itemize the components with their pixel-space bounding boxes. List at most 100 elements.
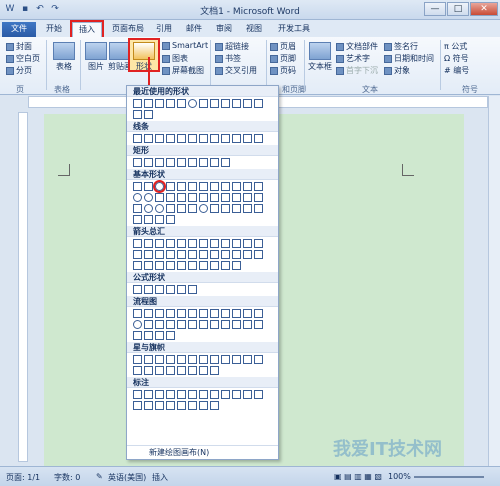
star-shape-icon[interactable] bbox=[188, 355, 197, 364]
smartart-button[interactable]: SmartArt bbox=[162, 41, 208, 50]
arrow-shape-icon[interactable] bbox=[144, 239, 153, 248]
arrow-shape-icon[interactable] bbox=[243, 239, 252, 248]
arrow-shape-icon[interactable] bbox=[210, 261, 219, 270]
heart-icon[interactable] bbox=[210, 204, 219, 213]
equation-button[interactable]: π 公式 bbox=[444, 41, 467, 52]
shape-icon[interactable] bbox=[166, 182, 175, 191]
shape-icon[interactable] bbox=[232, 193, 241, 202]
shape-icon[interactable] bbox=[243, 99, 252, 108]
flowchart-shape-icon[interactable] bbox=[155, 320, 164, 329]
flowchart-shape-icon[interactable] bbox=[144, 309, 153, 318]
shape-icon[interactable] bbox=[199, 99, 208, 108]
callout-shape-icon[interactable] bbox=[166, 390, 175, 399]
tab-view[interactable]: 视图 bbox=[240, 22, 268, 37]
sun-icon[interactable] bbox=[232, 204, 241, 213]
arrow-shape-icon[interactable] bbox=[210, 239, 219, 248]
flowchart-shape-icon[interactable] bbox=[243, 320, 252, 329]
arrow-shape-icon[interactable] bbox=[221, 261, 230, 270]
star-shape-icon[interactable] bbox=[232, 355, 241, 364]
tab-review[interactable]: 审阅 bbox=[210, 22, 238, 37]
vertical-scrollbar[interactable] bbox=[488, 96, 500, 466]
arrow-shape-icon[interactable] bbox=[199, 261, 208, 270]
arrow-shape-icon[interactable] bbox=[133, 250, 142, 259]
shape-icon[interactable] bbox=[254, 99, 263, 108]
flowchart-shape-icon[interactable] bbox=[166, 309, 175, 318]
flowchart-shape-icon[interactable] bbox=[210, 320, 219, 329]
tab-mailings[interactable]: 邮件 bbox=[180, 22, 208, 37]
oval-shape-icon[interactable] bbox=[153, 180, 166, 193]
shape-icon[interactable] bbox=[199, 193, 208, 202]
flowchart-shape-icon[interactable] bbox=[144, 331, 153, 340]
moon-icon[interactable] bbox=[243, 204, 252, 213]
rect-shape-icon[interactable] bbox=[199, 158, 208, 167]
flowchart-shape-icon[interactable] bbox=[221, 320, 230, 329]
arrow-shape-icon[interactable] bbox=[254, 250, 263, 259]
rect-shape-icon[interactable] bbox=[166, 158, 175, 167]
shape-icon[interactable] bbox=[177, 182, 186, 191]
star-shape-icon[interactable] bbox=[166, 355, 175, 364]
multiply-shape-icon[interactable] bbox=[155, 285, 164, 294]
rect-shape-icon[interactable] bbox=[133, 158, 142, 167]
line-shape-icon[interactable] bbox=[232, 134, 241, 143]
zoom-level[interactable]: 100% bbox=[388, 472, 411, 481]
shapes-button[interactable]: 形状 bbox=[128, 38, 160, 72]
flowchart-shape-icon[interactable] bbox=[188, 320, 197, 329]
flowchart-shape-icon[interactable] bbox=[155, 309, 164, 318]
line-shape-icon[interactable] bbox=[221, 134, 230, 143]
banner-shape-icon[interactable] bbox=[155, 366, 164, 375]
flowchart-shape-icon[interactable] bbox=[144, 320, 153, 329]
flowchart-shape-icon[interactable] bbox=[166, 320, 175, 329]
shape-icon[interactable] bbox=[188, 193, 197, 202]
callout-shape-icon[interactable] bbox=[155, 401, 164, 410]
flowchart-shape-icon[interactable] bbox=[254, 320, 263, 329]
insert-mode[interactable]: 插入 bbox=[152, 472, 168, 483]
language[interactable]: 英语(美国) bbox=[108, 472, 146, 483]
flowchart-shape-icon[interactable] bbox=[243, 309, 252, 318]
textbox-button[interactable]: 文本框 bbox=[306, 40, 334, 71]
arrow-shape-icon[interactable] bbox=[177, 239, 186, 248]
oval-shape-icon[interactable] bbox=[188, 99, 197, 108]
view-buttons[interactable]: ▣ ▤ ▥ ▦ ▧ bbox=[334, 472, 382, 481]
arrow-shape-icon[interactable] bbox=[243, 250, 252, 259]
shape-icon[interactable] bbox=[166, 204, 175, 213]
crossref-button[interactable]: 交叉引用 bbox=[215, 65, 257, 76]
vertical-ruler[interactable] bbox=[18, 112, 28, 462]
header-button[interactable]: 页眉 bbox=[270, 41, 296, 52]
callout-shape-icon[interactable] bbox=[166, 401, 175, 410]
flowchart-shape-icon[interactable] bbox=[155, 331, 164, 340]
brace-icon[interactable] bbox=[166, 215, 175, 224]
rect-shape-icon[interactable] bbox=[177, 158, 186, 167]
hyperlink-button[interactable]: 超链接 bbox=[215, 41, 249, 52]
shape-icon[interactable] bbox=[133, 193, 142, 202]
shape-icon[interactable] bbox=[221, 99, 230, 108]
shape-icon[interactable] bbox=[188, 204, 197, 213]
page-number-button[interactable]: 页码 bbox=[270, 65, 296, 76]
smiley-icon[interactable] bbox=[199, 204, 208, 213]
shape-icon[interactable] bbox=[177, 99, 186, 108]
flowchart-shape-icon[interactable] bbox=[199, 320, 208, 329]
flowchart-shape-icon[interactable] bbox=[133, 309, 142, 318]
tab-references[interactable]: 引用 bbox=[150, 22, 178, 37]
shape-icon[interactable] bbox=[166, 99, 175, 108]
shape-icon[interactable] bbox=[221, 182, 230, 191]
callout-shape-icon[interactable] bbox=[243, 390, 252, 399]
line-shape-icon[interactable] bbox=[254, 134, 263, 143]
star-shape-icon[interactable] bbox=[254, 355, 263, 364]
shape-icon[interactable] bbox=[188, 182, 197, 191]
arrow-shape-icon[interactable] bbox=[155, 261, 164, 270]
tab-home[interactable]: 开始 bbox=[40, 22, 68, 37]
flowchart-shape-icon[interactable] bbox=[254, 309, 263, 318]
flowchart-shape-icon[interactable] bbox=[177, 309, 186, 318]
arrow-shape-icon[interactable] bbox=[177, 261, 186, 270]
arrow-shape-icon[interactable] bbox=[166, 250, 175, 259]
flowchart-shape-icon[interactable] bbox=[177, 320, 186, 329]
shape-icon[interactable] bbox=[155, 204, 164, 213]
banner-shape-icon[interactable] bbox=[199, 366, 208, 375]
shape-icon[interactable] bbox=[144, 204, 153, 213]
callout-shape-icon[interactable] bbox=[144, 401, 153, 410]
banner-shape-icon[interactable] bbox=[210, 366, 219, 375]
rect-shape-icon[interactable] bbox=[144, 158, 153, 167]
arrow-shape-icon[interactable] bbox=[177, 250, 186, 259]
shape-icon[interactable] bbox=[144, 182, 153, 191]
shape-icon[interactable] bbox=[155, 99, 164, 108]
